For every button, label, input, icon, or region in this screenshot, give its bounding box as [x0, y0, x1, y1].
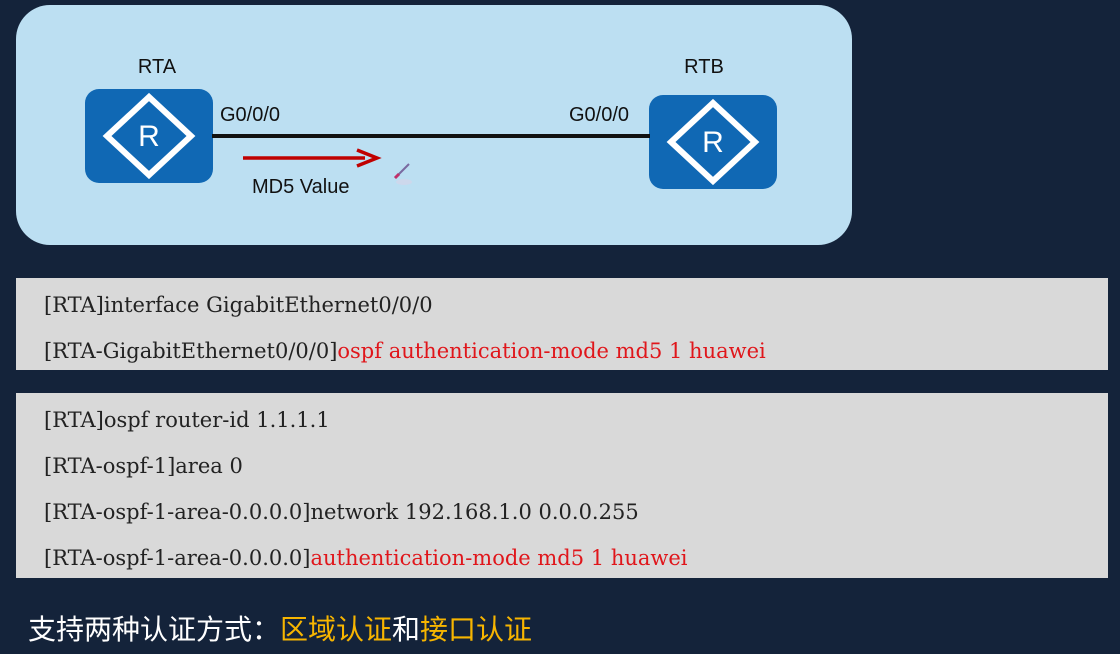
- code-line: [RTA]ospf router-id 1.1.1.1: [44, 408, 330, 432]
- code-line: [RTA-ospf-1]area 0: [44, 454, 243, 478]
- code-line: [RTA]interface GigabitEthernet0/0/0: [44, 293, 433, 317]
- svg-text:R: R: [702, 126, 724, 159]
- router-a-icon: R: [85, 89, 213, 183]
- interface-auth-config: [RTA]interface GigabitEthernet0/0/0 [RTA…: [16, 278, 1108, 370]
- area-auth-config: [RTA]ospf router-id 1.1.1.1 [RTA-ospf-1]…: [16, 393, 1108, 578]
- code-line: [RTA-GigabitEthernet0/0/0]ospf authentic…: [44, 339, 766, 363]
- router-b-icon: R: [649, 95, 777, 189]
- router-b-label: RTB: [684, 56, 724, 78]
- pen-cursor-icon: [393, 163, 412, 185]
- code-line: [RTA-ospf-1-area-0.0.0.0]network 192.168…: [44, 500, 639, 524]
- svg-text:R: R: [138, 120, 160, 153]
- router-b-port-label: G0/0/0: [569, 104, 630, 126]
- router-a-label: RTA: [137, 56, 177, 78]
- link-line: [212, 134, 650, 138]
- summary-caption: 支持两种认证方式：区域认证和接口认证: [28, 613, 533, 646]
- md5-arrow-icon: [243, 148, 382, 168]
- router-a-port-label: G0/0/0: [220, 104, 281, 126]
- code-line: [RTA-ospf-1-area-0.0.0.0]authentication-…: [44, 546, 688, 570]
- md5-value-label: MD5 Value: [252, 176, 350, 198]
